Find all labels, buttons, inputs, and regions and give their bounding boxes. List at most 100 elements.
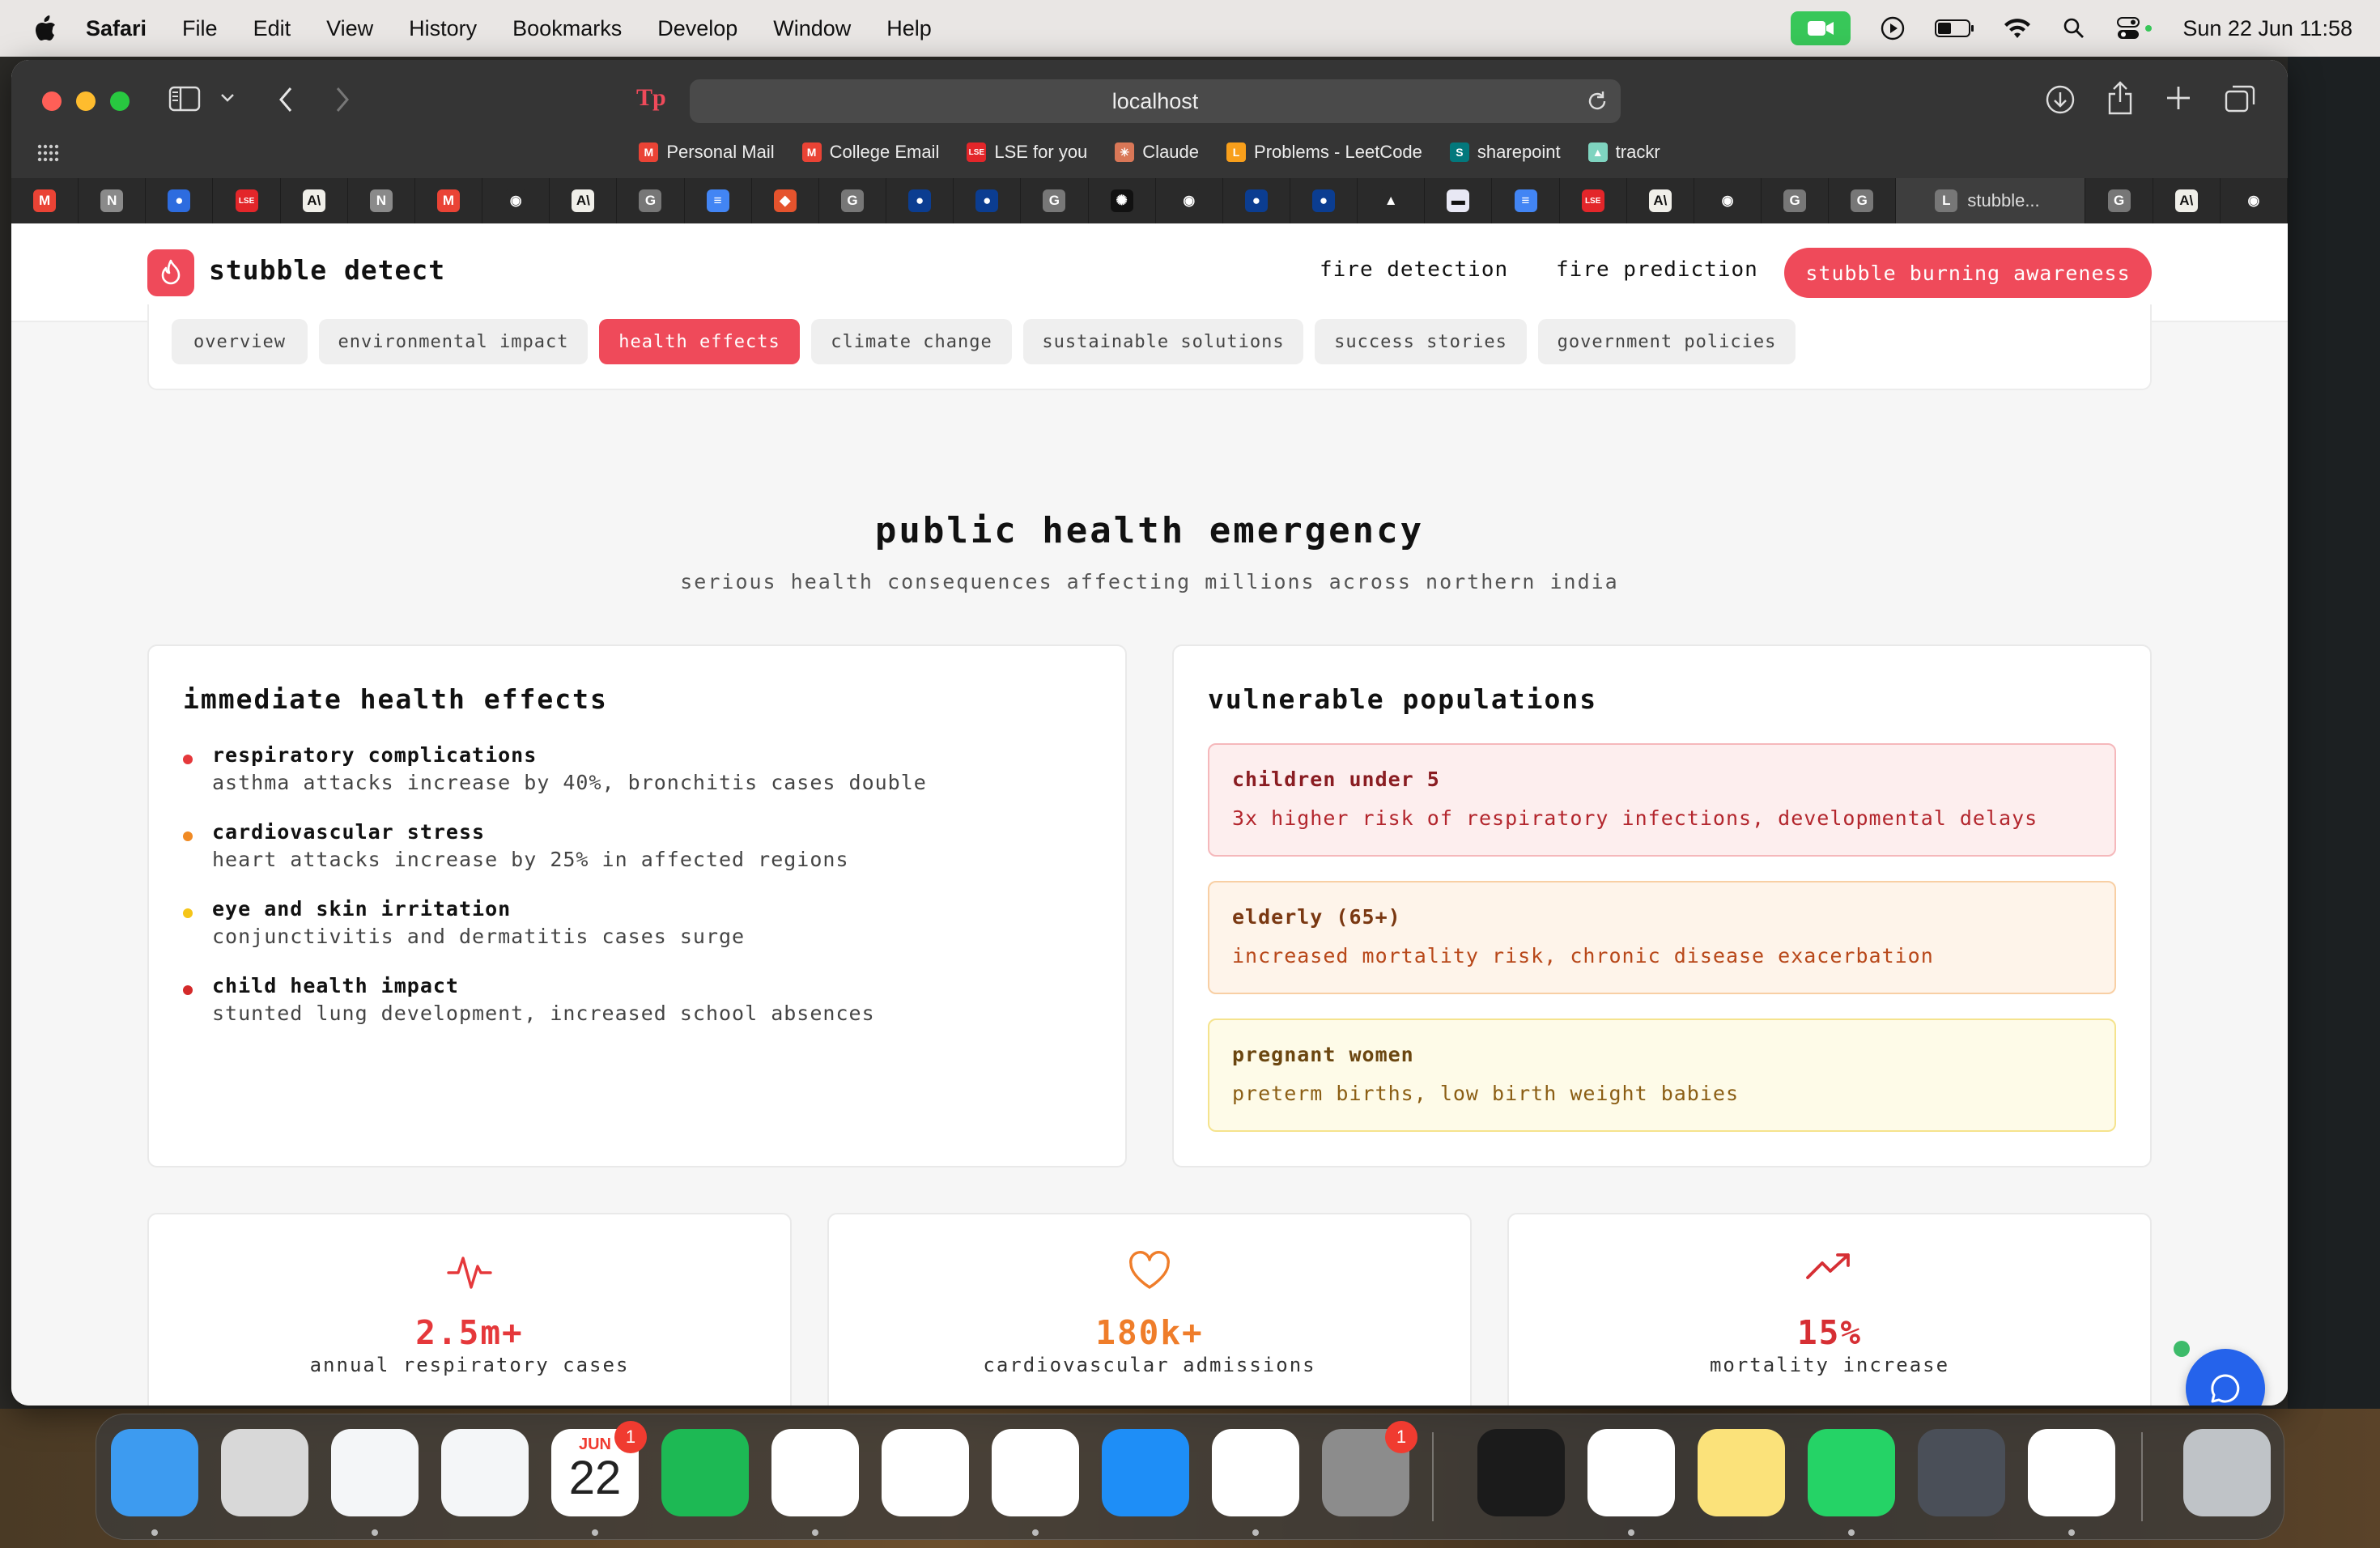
now-playing-icon[interactable]: [1878, 14, 1907, 43]
browser-tab[interactable]: A\: [2153, 178, 2221, 223]
browser-tab[interactable]: ≡: [1492, 178, 1560, 223]
browser-tab[interactable]: ◉: [1694, 178, 1762, 223]
dock-whatsapp-icon[interactable]: [1808, 1429, 1895, 1516]
browser-tab[interactable]: ◆: [752, 178, 819, 223]
tab-government-policies[interactable]: government policies: [1538, 319, 1796, 364]
dock-system-settings-icon[interactable]: 1: [1322, 1421, 1417, 1516]
dock-word-icon[interactable]: [992, 1429, 1079, 1516]
battery-icon[interactable]: [1935, 14, 1975, 43]
browser-tab[interactable]: ◉: [482, 178, 550, 223]
browser-tab[interactable]: G: [1021, 178, 1089, 223]
browser-tab[interactable]: A\: [550, 178, 618, 223]
browser-tab[interactable]: ●: [1290, 178, 1358, 223]
reload-icon[interactable]: [1585, 89, 1609, 119]
dock-finder-icon[interactable]: [111, 1429, 198, 1516]
menu-bookmarks[interactable]: Bookmarks: [512, 16, 622, 41]
browser-tab[interactable]: ●: [886, 178, 954, 223]
dock-calendar-icon[interactable]: JUN 22 1: [551, 1421, 647, 1516]
browser-tab[interactable]: N: [79, 178, 147, 223]
browser-tab[interactable]: ▲: [1358, 178, 1426, 223]
new-tab-icon[interactable]: [2165, 84, 2192, 112]
menu-edit[interactable]: Edit: [253, 16, 291, 41]
dock-imovie-icon[interactable]: [2028, 1429, 2115, 1516]
favorite-gmail[interactable]: M Personal Mail: [639, 142, 775, 163]
control-center-icon[interactable]: [2116, 14, 2155, 43]
browser-tab[interactable]: M: [11, 178, 79, 223]
nav-stubble-burning-awareness[interactable]: stubble burning awareness: [1784, 248, 2152, 298]
menu-history[interactable]: History: [409, 16, 477, 41]
favorite-sharepoint[interactable]: Ssharepoint: [1449, 142, 1561, 163]
browser-tab[interactable]: ▬: [1425, 178, 1493, 223]
dock-notion-icon[interactable]: [771, 1429, 859, 1516]
menu-app-name[interactable]: Safari: [86, 16, 147, 41]
menu-file[interactable]: File: [182, 16, 218, 41]
dock-trash-icon[interactable]: [2183, 1429, 2271, 1516]
menu-window[interactable]: Window: [773, 16, 851, 41]
browser-tab[interactable]: G: [819, 178, 887, 223]
browser-tab[interactable]: ◉: [1156, 178, 1223, 223]
browser-tab[interactable]: ◉: [2221, 178, 2288, 223]
tab-climate-change[interactable]: climate change: [811, 319, 1012, 364]
downloads-icon[interactable]: [2045, 84, 2076, 115]
favorite-trackr[interactable]: ▲ trackr: [1587, 142, 1660, 163]
dock-terminal-icon[interactable]: [1477, 1429, 1565, 1516]
tab-success-stories[interactable]: success stories: [1315, 319, 1527, 364]
browser-tab[interactable]: A\: [1627, 178, 1694, 223]
share-icon[interactable]: [2106, 81, 2134, 115]
chevron-down-icon[interactable]: [220, 92, 235, 104]
dock-outlook-icon[interactable]: [441, 1429, 529, 1516]
wifi-icon[interactable]: [2003, 14, 2032, 43]
back-button-icon[interactable]: [277, 86, 295, 113]
browser-tab[interactable]: G: [617, 178, 685, 223]
dock-safari-icon[interactable]: [331, 1429, 419, 1516]
sidebar-toggle-icon[interactable]: [168, 86, 201, 112]
browser-tab[interactable]: A\: [281, 178, 348, 223]
dock-app-store-icon[interactable]: [1102, 1429, 1189, 1516]
tab-overview[interactable]: overview: [172, 319, 308, 364]
dock-vscode-icon[interactable]: [1587, 1429, 1675, 1516]
favorite-lse[interactable]: LSE LSE for you: [967, 142, 1087, 163]
browser-tab[interactable]: ●: [1223, 178, 1290, 223]
close-window-button[interactable]: [42, 91, 62, 111]
browser-tab[interactable]: G: [2085, 178, 2153, 223]
favorite-gmail[interactable]: M College Email: [801, 142, 939, 163]
browser-tab[interactable]: G: [1762, 178, 1830, 223]
brand-name[interactable]: stubble detect: [209, 254, 445, 286]
nav-fire-detection[interactable]: fire detection: [1320, 257, 1508, 282]
flame-logo-icon[interactable]: [147, 249, 194, 296]
dock-spotify-icon[interactable]: [661, 1429, 749, 1516]
chat-button[interactable]: [2186, 1349, 2265, 1406]
tab-overview-icon[interactable]: [2225, 84, 2255, 113]
address-bar[interactable]: localhost: [690, 79, 1621, 123]
browser-tab[interactable]: M: [415, 178, 483, 223]
dock-quicktime-icon[interactable]: [1918, 1429, 2005, 1516]
forward-button-icon[interactable]: [334, 86, 351, 113]
menu-help[interactable]: Help: [886, 16, 932, 41]
tab-environmental-impact[interactable]: environmental impact: [319, 319, 588, 364]
favorite-claude[interactable]: ✳ Claude: [1115, 142, 1199, 163]
spotlight-search-icon[interactable]: [2059, 14, 2089, 43]
tab-sustainable-solutions[interactable]: sustainable solutions: [1023, 319, 1303, 364]
browser-tab[interactable]: ≡: [685, 178, 752, 223]
menu-develop[interactable]: Develop: [657, 16, 737, 41]
browser-tab[interactable]: LSE: [1560, 178, 1627, 223]
dock-todo-icon[interactable]: [882, 1429, 969, 1516]
menu-view[interactable]: View: [326, 16, 373, 41]
browser-tab[interactable]: LSE: [213, 178, 281, 223]
facetime-status-icon[interactable]: [1791, 11, 1851, 45]
browser-tab-active[interactable]: Lstubble...: [1896, 178, 2086, 223]
nav-fire-prediction[interactable]: fire prediction: [1556, 257, 1758, 282]
dock-notes-icon[interactable]: [1698, 1429, 1785, 1516]
minimize-window-button[interactable]: [76, 91, 96, 111]
tab-health-effects[interactable]: health effects: [599, 319, 800, 364]
browser-tab[interactable]: N: [348, 178, 415, 223]
menubar-clock[interactable]: Sun 22 Jun 11:58: [2182, 16, 2352, 41]
browser-tab[interactable]: ✺: [1089, 178, 1156, 223]
browser-tab[interactable]: G: [1829, 178, 1897, 223]
zoom-window-button[interactable]: [110, 91, 130, 111]
apple-icon[interactable]: [34, 15, 57, 41]
dock-launchpad-icon[interactable]: [221, 1429, 308, 1516]
browser-tab[interactable]: ●: [954, 178, 1022, 223]
dock-excel-icon[interactable]: [1212, 1429, 1299, 1516]
browser-tab[interactable]: ●: [146, 178, 214, 223]
